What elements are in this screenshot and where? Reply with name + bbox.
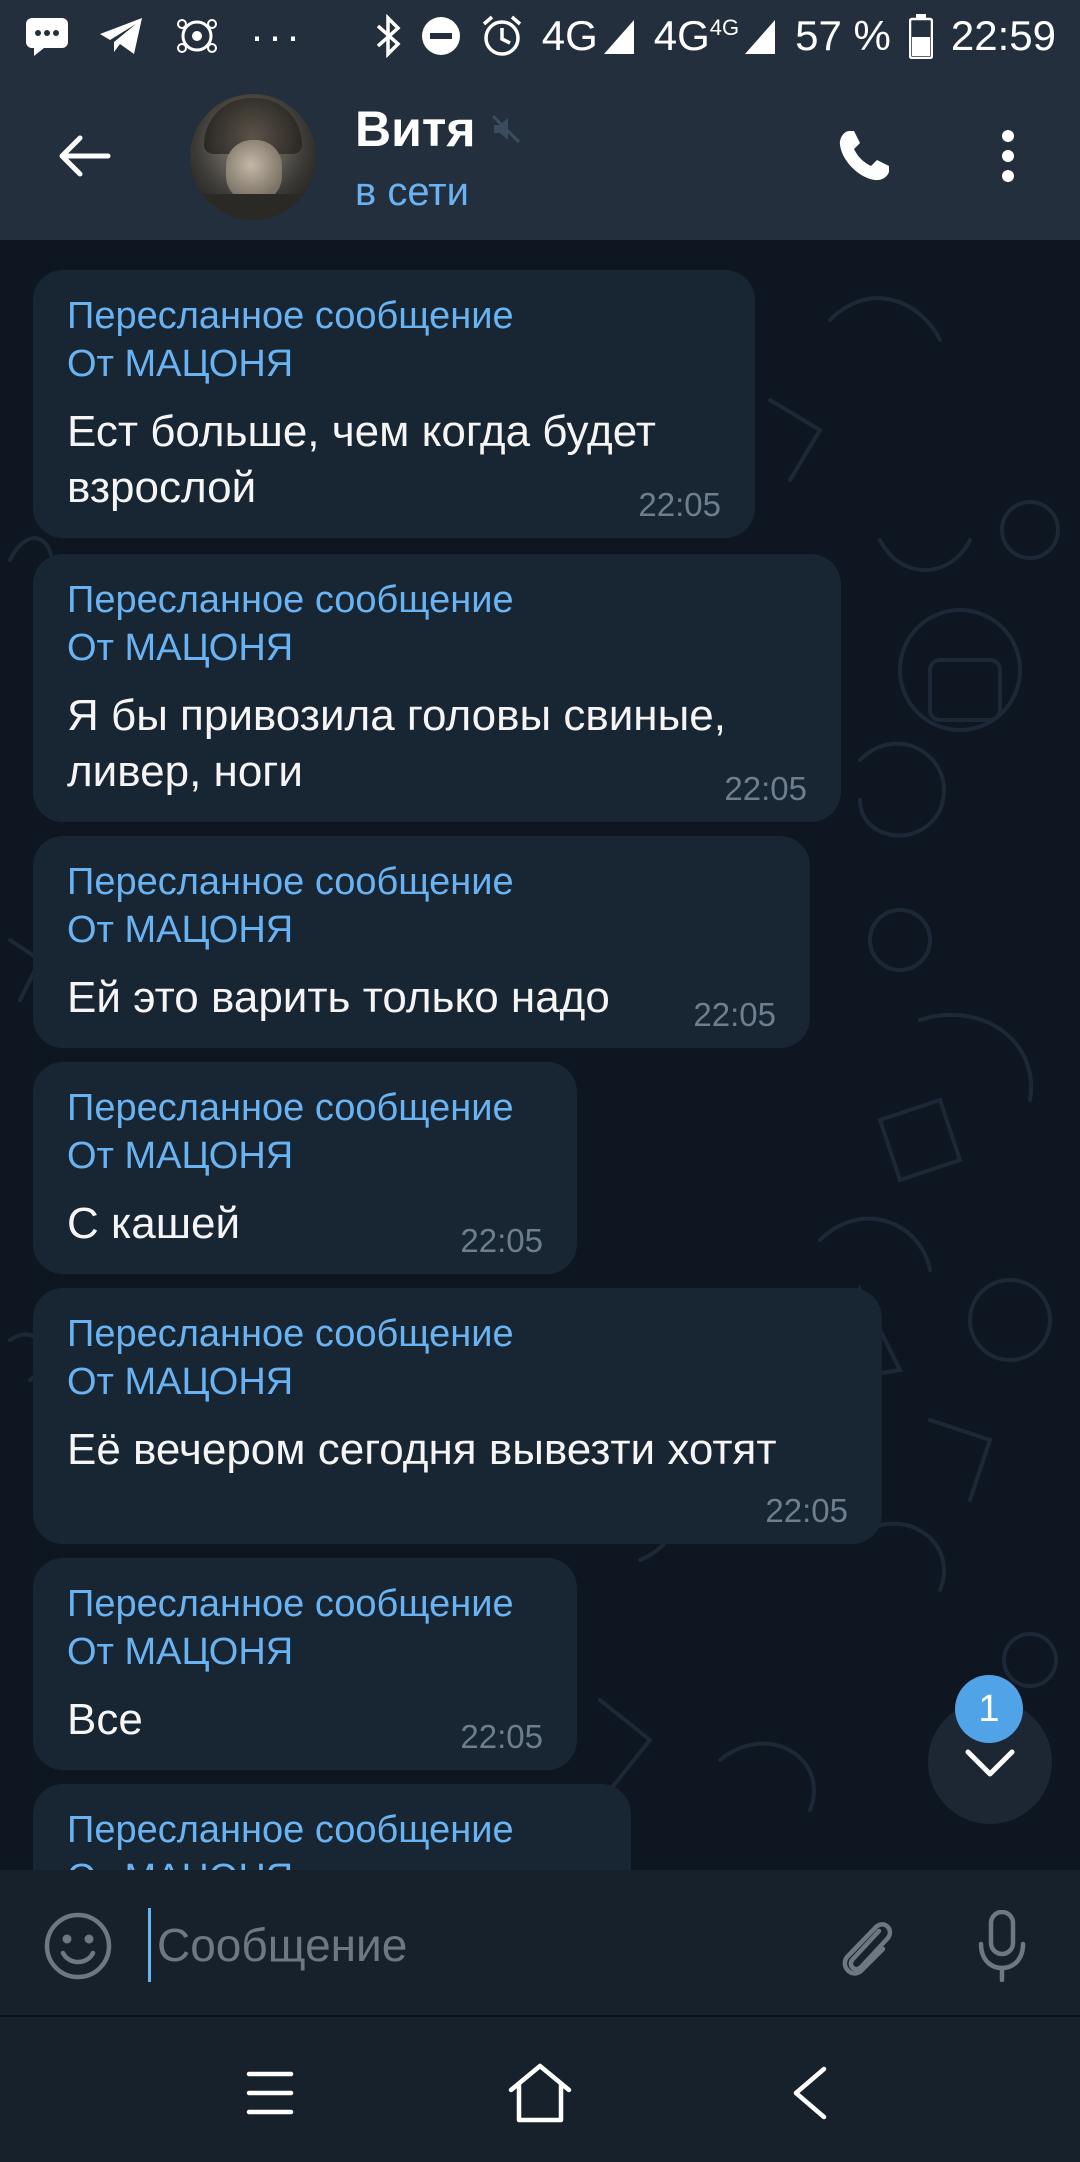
chat-area[interactable]: Пересланное сообщение От МАЦОНЯ Ест боль… <box>0 240 1080 1870</box>
more-options-button[interactable] <box>972 120 1044 192</box>
nav-home-button[interactable] <box>500 2053 580 2133</box>
status-bar: ··· 4G 4G4G 57 % 22:59 <box>0 0 1080 72</box>
forward-label[interactable]: Пересланное сообщение <box>67 1580 543 1628</box>
forward-label[interactable]: Пересланное сообщение <box>67 1084 543 1132</box>
attach-button[interactable] <box>830 1910 902 1982</box>
forward-label[interactable]: Пересланное сообщение <box>67 858 776 906</box>
do-not-disturb-icon <box>420 12 462 60</box>
chat-header: Витя в сети <box>0 72 1080 240</box>
forward-label[interactable]: Пересланное сообщение <box>67 1806 597 1854</box>
call-button[interactable] <box>828 120 900 192</box>
system-navigation-bar <box>0 2015 1080 2162</box>
message-text: Ест больше, чем когда будет взрослой <box>67 407 656 512</box>
message-composer <box>0 1870 1080 2015</box>
more-notifications-indicator: ··· <box>250 12 304 59</box>
message-time: 22:05 <box>638 486 721 523</box>
forward-from[interactable]: От МАЦОНЯ <box>67 340 721 388</box>
contact-status: в сети <box>355 170 469 214</box>
message-time: 22:05 <box>460 1222 543 1259</box>
forward-from[interactable]: От МАЦОНЯ <box>67 624 807 672</box>
message-bubble[interactable]: Пересланное сообщение От МАЦОНЯ Ей это в… <box>33 836 810 1048</box>
forward-from[interactable]: От МАЦОНЯ <box>67 1358 848 1406</box>
message-bubble[interactable]: Пересланное сообщение От МАЦОНЯ Я бы при… <box>33 554 841 822</box>
voice-message-button[interactable] <box>966 1910 1038 1982</box>
network-type-2: 4G4G <box>653 12 740 59</box>
message-text: Я бы привозила головы свиные, ливер, ног… <box>67 691 726 796</box>
nav-back-icon <box>793 2066 827 2120</box>
app-notification-icon <box>172 12 222 60</box>
telegram-notification-icon <box>98 12 144 60</box>
nav-menu-button[interactable] <box>230 2053 310 2133</box>
forward-label[interactable]: Пересланное сообщение <box>67 1310 848 1358</box>
forward-label[interactable]: Пересланное сообщение <box>67 292 721 340</box>
mic-icon <box>978 1910 1026 1982</box>
message-bubble[interactable]: Пересланное сообщение От МАЦОНЯ С кашей … <box>33 1062 577 1274</box>
forward-from[interactable]: От МАЦОНЯ <box>67 1854 597 1870</box>
network-type-1: 4G <box>541 12 598 59</box>
message-text: Ей это варить только надо <box>67 973 610 1022</box>
forward-label[interactable]: Пересланное сообщение <box>67 576 807 624</box>
battery-icon <box>908 12 933 60</box>
message-bubble[interactable]: Пересланное сообщение От МАЦОНЯ <box>33 1784 631 1870</box>
message-bubble[interactable]: Пересланное сообщение От МАЦОНЯ Все 22:0… <box>33 1558 577 1770</box>
back-button[interactable] <box>48 120 120 192</box>
message-time: 22:05 <box>724 770 807 807</box>
message-bubble[interactable]: Пересланное сообщение От МАЦОНЯ Её вечер… <box>33 1288 882 1544</box>
avatar[interactable] <box>190 94 316 220</box>
forward-from[interactable]: От МАЦОНЯ <box>67 1628 543 1676</box>
battery-percentage: 57 % <box>795 12 891 59</box>
bluetooth-icon <box>374 12 402 60</box>
contact-name-row: Витя <box>355 100 522 158</box>
contact-info[interactable]: Витя в сети <box>355 100 522 215</box>
message-input[interactable] <box>148 1908 809 1982</box>
more-vert-icon <box>1002 130 1014 182</box>
signal-icon-2 <box>743 12 777 60</box>
muted-icon <box>491 114 520 144</box>
emoji-icon <box>44 1912 112 1980</box>
signal-icon <box>602 12 636 60</box>
avatar-shoulders <box>190 194 316 220</box>
message-time: 22:05 <box>460 1718 543 1755</box>
message-time: 22:05 <box>693 996 776 1033</box>
contact-name: Витя <box>355 101 476 157</box>
alarm-icon <box>480 12 524 60</box>
nav-home-icon <box>508 2063 572 2123</box>
phone-icon <box>839 131 889 181</box>
nav-menu-icon <box>246 2071 294 2115</box>
back-arrow-icon <box>59 135 111 177</box>
forward-from[interactable]: От МАЦОНЯ <box>67 906 776 954</box>
paperclip-icon <box>842 1922 893 1976</box>
forward-from[interactable]: От МАЦОНЯ <box>67 1132 543 1180</box>
message-bubble[interactable]: Пересланное сообщение От МАЦОНЯ Ест боль… <box>33 270 755 538</box>
chevron-down-icon <box>965 1749 1015 1777</box>
message-text: Её вечером сегодня вывезти хотят <box>67 1425 777 1474</box>
nav-back-button[interactable] <box>770 2053 850 2133</box>
emoji-button[interactable] <box>42 1910 114 1982</box>
message-notification-icon <box>24 12 70 60</box>
clock: 22:59 <box>950 12 1056 59</box>
message-time: 22:05 <box>765 1492 848 1529</box>
avatar-face <box>226 140 282 202</box>
unread-count-badge: 1 <box>955 1675 1023 1743</box>
